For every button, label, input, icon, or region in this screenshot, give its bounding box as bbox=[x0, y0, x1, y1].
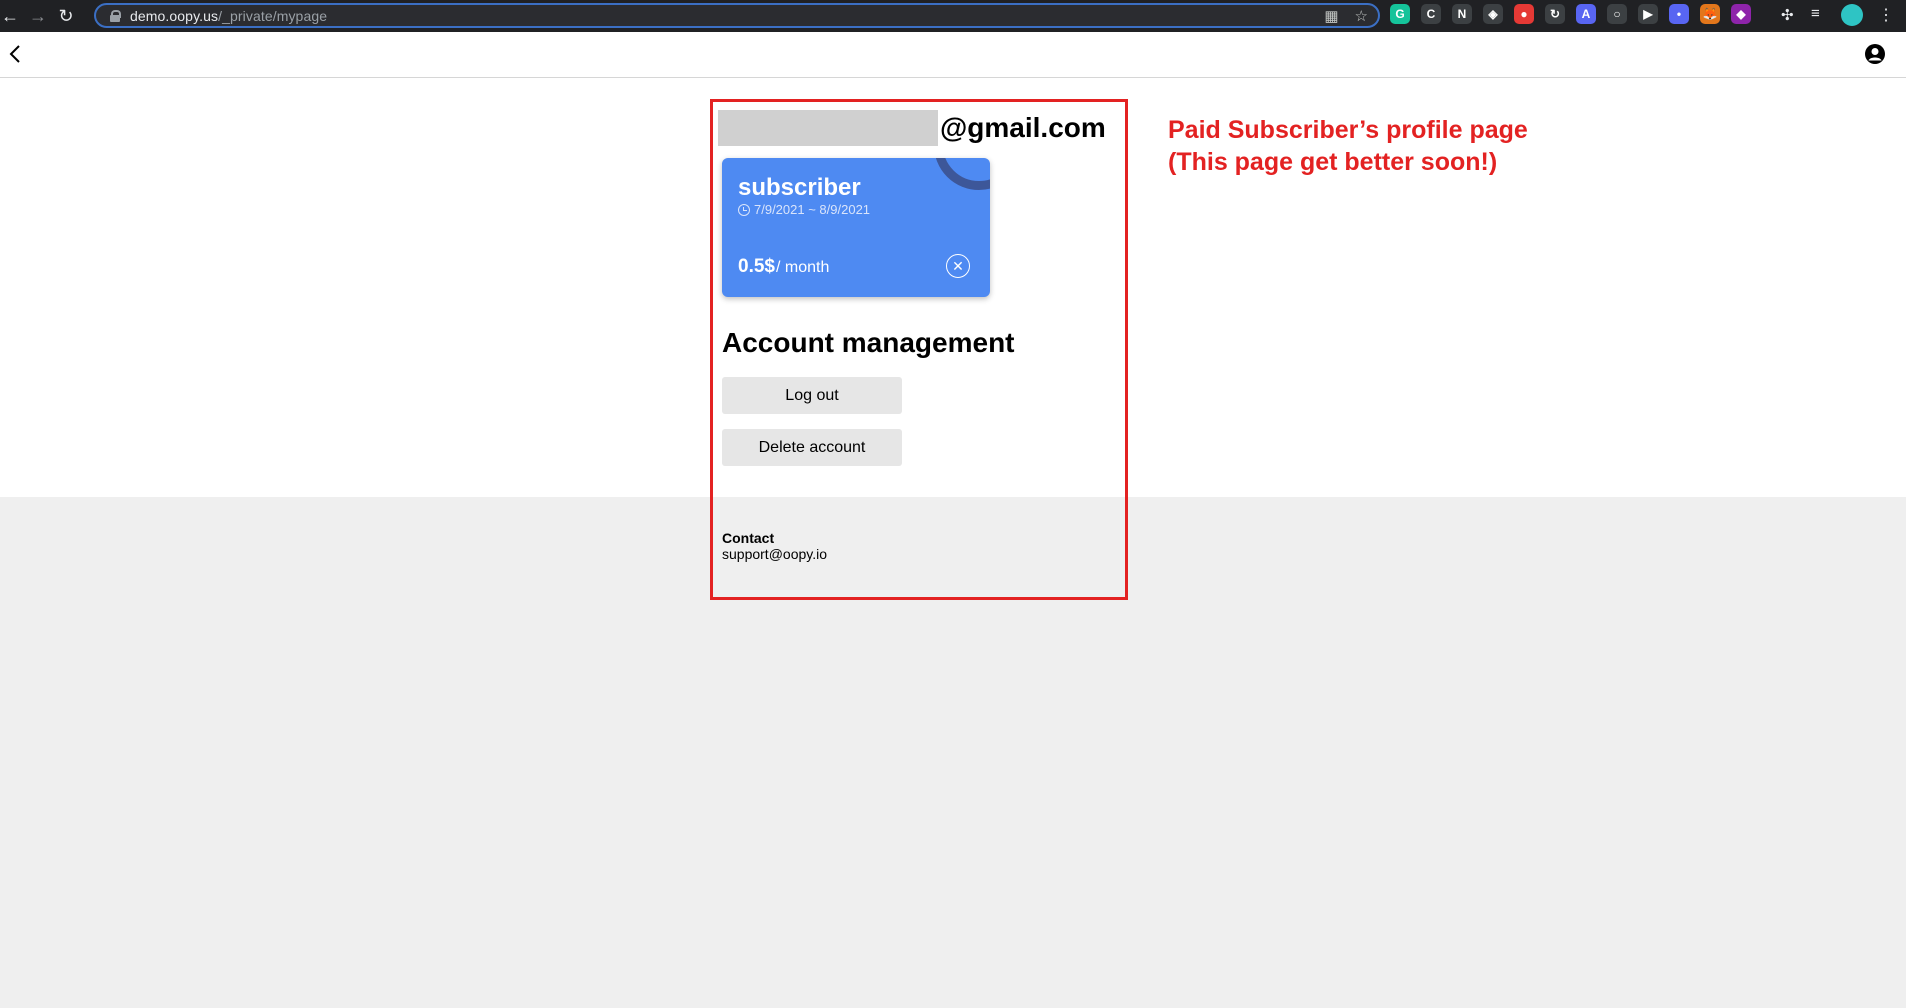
layers-icon[interactable]: ◈ bbox=[1483, 4, 1503, 24]
browser-back-icon[interactable]: ← bbox=[0, 2, 24, 30]
reload-icon[interactable]: ↻ bbox=[52, 2, 80, 30]
url-text: demo.oopy.us/_private/mypage bbox=[130, 8, 327, 24]
notion-icon[interactable]: N bbox=[1452, 4, 1472, 24]
address-bar[interactable]: demo.oopy.us/_private/mypage ▦ ☆ bbox=[94, 3, 1380, 28]
profile-avatar[interactable] bbox=[1841, 4, 1863, 26]
browser-toolbar: ← → ↻ demo.oopy.us/_private/mypage ▦ ☆ G… bbox=[0, 0, 1906, 32]
reading-list-icon[interactable]: ≡ bbox=[1811, 5, 1820, 22]
annotation-line-1: Paid Subscriber’s profile page bbox=[1168, 116, 1528, 144]
extension-c-icon[interactable]: C bbox=[1421, 4, 1441, 24]
back-arrow-icon[interactable] bbox=[6, 44, 26, 64]
color-extension-icon[interactable]: ◆ bbox=[1731, 4, 1751, 24]
red-extension-icon[interactable]: ● bbox=[1514, 4, 1534, 24]
account-circle-icon[interactable] bbox=[1864, 43, 1886, 65]
url-host: demo.oopy.us bbox=[130, 7, 219, 24]
chat-extension-icon[interactable]: • bbox=[1669, 4, 1689, 24]
video-extension-icon[interactable]: ▶ bbox=[1638, 4, 1658, 24]
grammarly-icon[interactable]: G bbox=[1390, 4, 1410, 24]
circle-extension-icon[interactable]: ○ bbox=[1607, 4, 1627, 24]
browser-menu-icon[interactable]: ⋮ bbox=[1878, 5, 1894, 25]
extensions-bar: G C N ◈ ● ↻ A ○ ▶ • 🦊 ◆ bbox=[1390, 4, 1751, 24]
sync-extension-icon[interactable]: ↻ bbox=[1545, 4, 1565, 24]
highlight-frame bbox=[710, 99, 1128, 600]
blue-extension-icon[interactable]: A bbox=[1576, 4, 1596, 24]
bookmark-star-icon[interactable]: ☆ bbox=[1355, 7, 1368, 25]
annotation-line-2: (This page get better soon!) bbox=[1168, 148, 1498, 176]
url-path: /_private/mypage bbox=[218, 7, 328, 24]
annotation-text: Paid Subscriber’s profile page (This pag… bbox=[1168, 114, 1528, 178]
metamask-icon[interactable]: 🦊 bbox=[1700, 4, 1720, 24]
qr-code-icon[interactable]: ▦ bbox=[1324, 7, 1338, 25]
browser-forward-icon[interactable]: → bbox=[24, 2, 52, 30]
lock-icon bbox=[110, 9, 121, 22]
page-header bbox=[0, 32, 1906, 78]
puzzle-icon[interactable]: ✣ bbox=[1781, 6, 1794, 24]
